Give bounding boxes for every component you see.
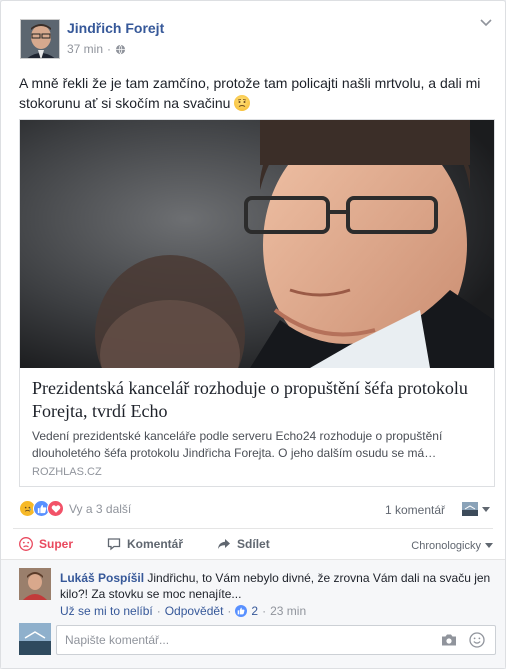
- commenter-avatar[interactable]: [19, 568, 51, 600]
- sort-label: Chronologicky: [411, 540, 481, 552]
- emoji-icon[interactable]: [469, 632, 485, 648]
- viewer-avatar[interactable]: [462, 502, 478, 516]
- comment-time[interactable]: 23 min: [270, 604, 306, 618]
- share-button[interactable]: Sdílet: [217, 537, 270, 551]
- post-time[interactable]: 37 min: [67, 42, 103, 56]
- reactions-summary[interactable]: Vy a 3 další: [19, 500, 131, 517]
- comment-icon: [107, 538, 121, 551]
- post-author[interactable]: Jindřich Forejt: [67, 20, 164, 36]
- camera-icon[interactable]: [441, 633, 457, 647]
- chevron-down-icon[interactable]: [479, 15, 493, 29]
- unlike-link[interactable]: Už se mi to nelíbí: [60, 604, 153, 618]
- globe-icon[interactable]: [115, 44, 126, 55]
- divider: [13, 528, 493, 529]
- comment-input[interactable]: [57, 626, 417, 654]
- post-actions: Super Komentář Sdílet: [19, 537, 304, 551]
- share-icon: [218, 539, 231, 549]
- caret-down-icon[interactable]: [482, 507, 490, 512]
- post-text: A mně řekli že je tam zamčíno, protože t…: [19, 73, 491, 113]
- comment-body: Lukáš Pospíšil Jindřichu, to Vám nebylo …: [60, 570, 500, 602]
- reply-link[interactable]: Odpovědět: [165, 604, 224, 618]
- reactions-count[interactable]: Vy a 3 další: [69, 502, 131, 516]
- share-label: Sdílet: [237, 537, 270, 551]
- comments-count[interactable]: 1 komentář: [385, 503, 445, 517]
- caret-down-icon: [485, 543, 493, 548]
- like-icon[interactable]: [235, 605, 248, 617]
- comment-like-count[interactable]: 2: [251, 604, 258, 618]
- commenter-name[interactable]: Lukáš Pospíšil: [60, 571, 144, 585]
- sort-dropdown[interactable]: Chronologicky: [411, 540, 493, 552]
- comments-section: Lukáš Pospíšil Jindřichu, to Vám nebylo …: [1, 559, 505, 668]
- link-preview-source: ROZHLAS.CZ: [32, 466, 102, 478]
- post-meta: 37 min ·: [67, 42, 126, 56]
- current-user-avatar[interactable]: [19, 623, 51, 655]
- comment-composer[interactable]: [56, 625, 496, 655]
- comment-button[interactable]: Komentář: [107, 537, 183, 551]
- like-label: Super: [39, 537, 74, 551]
- sad-face-icon: [19, 537, 33, 551]
- comment-label: Komentář: [127, 537, 184, 551]
- worried-face-emoji: [234, 95, 251, 111]
- author-avatar[interactable]: [20, 19, 60, 59]
- link-preview[interactable]: Prezidentská kancelář rozhoduje o propuš…: [19, 119, 495, 487]
- post-card: Jindřich Forejt 37 min · A mně řekli že …: [0, 0, 506, 669]
- link-preview-title[interactable]: Prezidentská kancelář rozhoduje o propuš…: [32, 377, 482, 423]
- link-preview-description: Vedení prezidentské kanceláře podle serv…: [32, 429, 443, 460]
- love-reaction-icon: [47, 500, 64, 517]
- comment-actions: Už se mi to nelíbí · Odpovědět · 2 · 23 …: [60, 604, 307, 618]
- like-button[interactable]: Super: [19, 537, 73, 551]
- link-preview-image[interactable]: [20, 120, 494, 368]
